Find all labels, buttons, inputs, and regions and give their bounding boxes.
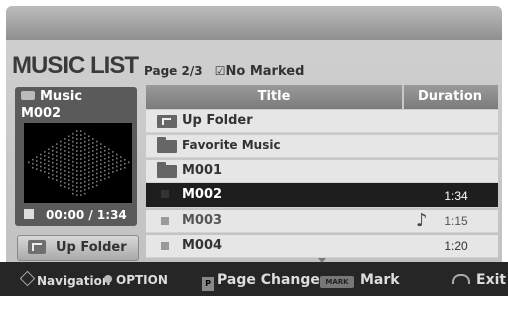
list-item-file[interactable]: M003 ♪ 1:15 [146,210,498,233]
current-track: M002 [21,106,62,121]
option-hint[interactable]: OPTION [104,273,168,287]
header-title: Title [257,89,291,104]
mark-hint-label: Mark [360,272,400,288]
navigation-icon [19,270,36,287]
top-bar [6,6,502,40]
option-icon [104,275,112,283]
list-item-name: M001 [182,163,223,178]
up-folder-button[interactable]: Up Folder [17,235,139,261]
page-indicator: Page 2/3 [144,64,203,78]
page-info: Page 2/3 ☑No Marked [144,64,304,79]
preview-header: Music M002 [17,88,135,122]
folder-icon [157,162,177,178]
nav-hint-label: Navigation [37,274,111,288]
page-change-hint[interactable]: P Page Change [202,272,320,291]
header-duration: Duration [417,89,483,104]
list-item-name: M002 [182,187,223,202]
list-item-duration: 1:15 [444,214,468,228]
list-item-up-folder[interactable]: Up Folder [146,110,498,133]
music-list-screen: MUSIC LIST Page 2/3 ☑No Marked Music M00… [0,0,508,315]
list-item-name: Favorite Music [182,138,281,152]
time-display: 00:00 / 1:34 [46,208,127,222]
list-item-name: M003 [182,213,223,228]
category-label: Music [40,89,83,104]
page-title: MUSIC LIST [12,52,139,79]
header-separator [402,85,404,109]
music-category-icon [21,91,35,100]
option-hint-label: OPTION [116,273,168,287]
checkbox-icon: ☑ [214,64,226,78]
list-item-name: Up Folder [182,113,253,128]
visualizer [24,123,132,203]
list-item-folder[interactable]: M001 [146,160,498,183]
file-icon [161,190,169,198]
list-item-selected[interactable]: M002 1:34 [146,183,498,208]
exit-icon [452,274,470,284]
up-folder-icon [28,240,46,254]
nav-hint: Navigation [19,270,111,288]
up-folder-button-label: Up Folder [56,240,127,255]
file-icon [161,242,169,250]
list-item-duration: 1:34 [444,189,468,203]
folder-icon [157,137,177,153]
page-change-label: Page Change [217,272,320,288]
list-item-folder[interactable]: Favorite Music [146,135,498,158]
list-header: Title Duration [146,85,498,109]
up-folder-icon [157,115,177,128]
marked-status: No Marked [225,64,305,79]
stop-icon [24,209,34,219]
bottom-margin [0,296,508,315]
page-key-icon: P [202,277,214,291]
list-item-duration: 1:20 [444,239,468,253]
list-item-file[interactable]: M004 1:20 [146,235,498,258]
mark-key-icon: MARK [320,276,354,288]
list-item-name: M004 [182,238,223,253]
exit-hint[interactable]: Exit [452,272,506,288]
exit-hint-label: Exit [476,272,507,288]
bottom-help-bar: Navigation OPTION P Page Change MARK Mark … [0,262,508,296]
time-bar: 00:00 / 1:34 [18,206,136,224]
file-icon [161,217,169,225]
mark-hint[interactable]: MARK Mark [320,272,400,288]
